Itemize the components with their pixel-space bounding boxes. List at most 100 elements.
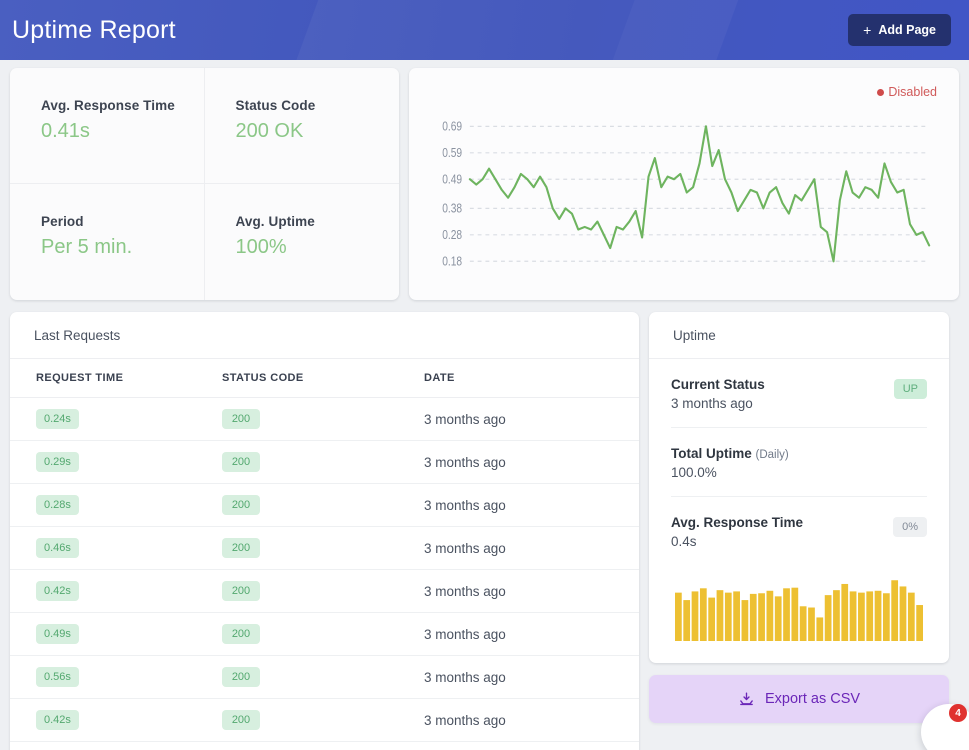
metric-text: Avg. Response Time 0.4s (671, 515, 803, 549)
cell-status-code: 200 (222, 655, 424, 699)
stat-label: Status Code (235, 98, 316, 113)
status-code-pill: 200 (222, 452, 260, 472)
uptime-bar-chart (649, 565, 949, 663)
legend-dot-icon (877, 88, 885, 96)
uptime-bar (882, 593, 890, 641)
request-time-pill: 0.42s (36, 710, 79, 730)
metric-title-text: Current Status (671, 377, 765, 392)
cell-status-code: 200 (222, 612, 424, 656)
cell-date: 3 months ago (424, 612, 639, 656)
add-page-label: Add Page (878, 23, 936, 37)
stat-label: Avg. Uptime (235, 214, 315, 229)
table-row[interactable]: 0.42s 200 3 months ago (10, 698, 639, 742)
last-requests-title: Last Requests (10, 312, 639, 359)
uptime-bar (675, 592, 682, 641)
cell-request-time: 0.42s (10, 569, 222, 613)
chart-legend-disabled[interactable]: Disabled (877, 85, 937, 99)
y-axis-tick-label: 0.38 (442, 203, 462, 216)
uptime-bar (749, 593, 757, 641)
y-axis-tick-label: 0.18 (442, 256, 462, 269)
uptime-bar (899, 586, 907, 641)
cell-request-time: 0.49s (10, 612, 222, 656)
table-row[interactable]: 0.24s 200 3 months ago (10, 397, 639, 441)
metric-title: Avg. Response Time (671, 515, 803, 530)
table-row[interactable]: 0.29s 200 3 months ago (10, 440, 639, 484)
sidebar-column: Uptime Current Status 3 months ago UP Total… (649, 312, 949, 750)
request-time-pill: 0.28s (36, 495, 79, 515)
uptime-bar (858, 592, 865, 641)
chat-unread-badge: 4 (949, 704, 967, 722)
uptime-bar (699, 588, 707, 641)
table-row[interactable]: 0.49s 200 3 months ago (10, 612, 639, 656)
uptime-bar (791, 587, 799, 641)
export-csv-button[interactable]: Export as CSV (649, 675, 949, 723)
uptime-bar (907, 592, 915, 641)
stat-avg-uptime: Avg. Uptime 100% (205, 184, 400, 300)
table-row[interactable]: 0.46s2003 months ago (10, 741, 639, 750)
request-time-pill: 0.56s (36, 667, 79, 687)
column-header-request-time[interactable]: REQUEST TIME (10, 359, 222, 398)
column-header-date[interactable]: DATE (424, 359, 639, 398)
uptime-bar (866, 591, 874, 641)
uptime-bar (808, 607, 815, 641)
uptime-metric: Current Status 3 months ago UP (671, 359, 927, 428)
request-time-pill: 0.42s (36, 581, 79, 601)
stat-value: 200 OK (235, 120, 304, 142)
column-header-status-code[interactable]: STATUS CODE (222, 359, 424, 398)
y-axis-tick-label: 0.69 (442, 121, 462, 134)
table-row[interactable]: 0.28s 200 3 months ago (10, 483, 639, 527)
status-code-pill: 200 (222, 624, 260, 644)
cell-status-code: 200 (222, 440, 424, 484)
cell-status-code: 200 (222, 483, 424, 527)
status-code-pill: 200 (222, 710, 260, 730)
uptime-bar (741, 600, 749, 641)
metric-text: Total Uptime (Daily) 100.0% (671, 446, 789, 480)
metric-title: Total Uptime (Daily) (671, 446, 789, 461)
request-time-pill: 0.29s (36, 452, 79, 472)
table-row[interactable]: 0.46s2003 months ago (10, 526, 639, 570)
uptime-title: Uptime (649, 312, 949, 359)
cell-request-time: 0.24s (10, 397, 222, 441)
uptime-bar (766, 590, 774, 641)
y-axis-tick-label: 0.28 (442, 229, 462, 242)
uptime-bar (916, 605, 923, 641)
table-row[interactable]: 0.56s 200 3 months ago (10, 655, 639, 699)
cell-request-time: 0.56s (10, 655, 222, 699)
status-code-pill: 200 (222, 538, 260, 558)
uptime-bar (816, 617, 824, 641)
metric-badge: 0% (893, 517, 927, 537)
metric-subtitle: (Daily) (755, 449, 789, 461)
cell-date: 3 months ago (424, 741, 639, 750)
cell-status-code: 200 (222, 569, 424, 613)
uptime-bar (874, 590, 882, 641)
uptime-bar (799, 606, 807, 641)
export-download-icon (740, 691, 753, 705)
metric-text: Current Status 3 months ago (671, 377, 765, 411)
summary-row: Avg. Response Time 0.41s Status Code 200… (0, 60, 969, 300)
cell-date: 3 months ago (424, 440, 639, 484)
cell-request-time: 0.42s (10, 698, 222, 742)
stat-value: 100% (235, 236, 287, 258)
page-title: Uptime Report (12, 15, 176, 44)
cell-date: 3 months ago (424, 397, 639, 441)
legend-label: Disabled (888, 85, 937, 99)
add-page-button[interactable]: + Add Page (848, 14, 951, 46)
cell-status-code: 200 (222, 397, 424, 441)
last-requests-card: Last Requests REQUEST TIME STATUS CODE D… (10, 312, 639, 750)
table-row[interactable]: 0.42s 200 3 months ago (10, 569, 639, 613)
y-axis-tick-label: 0.49 (442, 174, 462, 187)
metric-value: 0.4s (671, 534, 697, 549)
status-code-pill: 200 (222, 581, 260, 601)
detail-row: Last Requests REQUEST TIME STATUS CODE D… (0, 300, 969, 750)
line-chart: 0.69 0.59 0.49 0.38 0.28 0.18 (429, 106, 935, 284)
cell-date: 3 months ago (424, 483, 639, 527)
cell-request-time: 0.28s (10, 483, 222, 527)
uptime-bar (691, 591, 699, 641)
stat-status-code: Status Code 200 OK (204, 68, 399, 184)
cell-status-code: 200 (222, 698, 424, 742)
plus-icon: + (863, 22, 872, 38)
cell-date: 3 months ago (424, 655, 639, 699)
y-axis-tick-label: 0.59 (442, 147, 462, 160)
stats-card: Avg. Response Time 0.41s Status Code 200… (10, 68, 399, 300)
status-code-pill: 200 (222, 409, 260, 429)
